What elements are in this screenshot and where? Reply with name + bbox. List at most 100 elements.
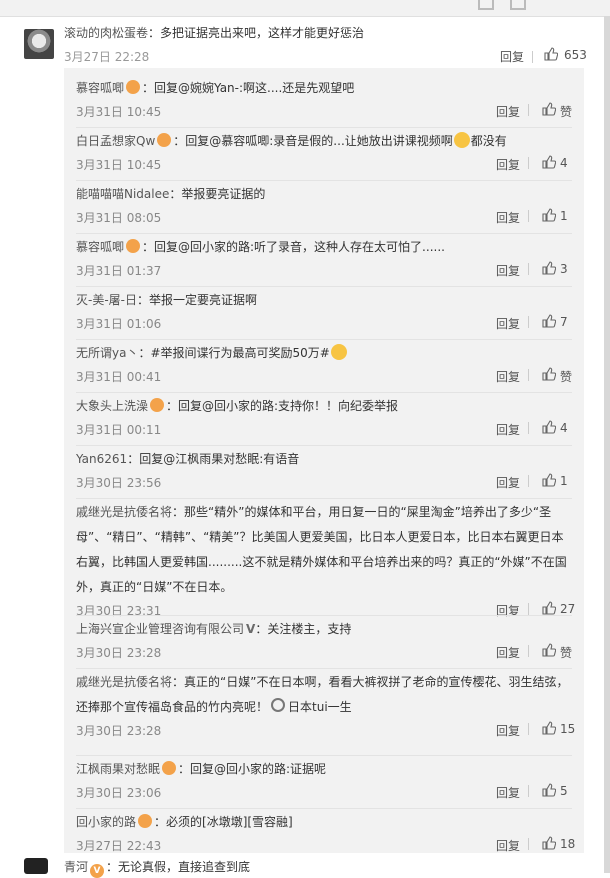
thumb-up-icon[interactable] — [542, 643, 557, 657]
reply-user[interactable]: 无所谓ya丶 — [76, 346, 138, 360]
reply-meta: 3月31日 01:06 回复 7 — [76, 313, 572, 333]
like-count: 653 — [564, 48, 587, 62]
reply-text: 上海兴宣企业管理咨询有限公司 V：关注楼主，支持 — [76, 617, 572, 642]
member-badge-icon — [162, 761, 177, 775]
thumb-up-icon[interactable] — [542, 601, 557, 615]
divider — [76, 339, 572, 340]
reply-text: 慕容呱唧 ：回复@婉婉Yan-:啊这....还是先观望吧 — [76, 76, 572, 101]
reply-time: 3月31日 00:11 — [76, 423, 162, 437]
thumb-up-icon[interactable] — [542, 783, 557, 797]
reply-user[interactable]: 戚继光是抗倭名将 — [76, 675, 172, 689]
reply-user[interactable]: 慕容呱唧 — [76, 81, 124, 95]
comment-user[interactable]: 滚动的肉松蛋卷 — [64, 26, 148, 40]
window-top-bar — [0, 0, 610, 17]
reply-item: Yan6261：回复@江枫雨果对愁眠:有语音 3月30日 23:56 回复 1 — [76, 447, 572, 492]
thumb-up-icon[interactable] — [544, 47, 558, 61]
thumb-up-icon[interactable] — [542, 367, 557, 381]
thumb-up-icon[interactable] — [542, 261, 557, 275]
reply-user[interactable]: Yan6261 — [76, 452, 127, 466]
reply-time: 3月30日 23:28 — [76, 646, 162, 660]
reply-meta: 3月30日 23:28 回复 赞 — [76, 642, 572, 662]
divider — [76, 755, 572, 756]
reply-body: ：关注楼主，支持 — [255, 622, 352, 636]
divider — [76, 445, 572, 446]
reply-item: 戚继光是抗倭名将：那些“精外”的媒体和平台，用日复一日的“屎里淘金”培养出了多少… — [76, 500, 576, 620]
reply-button[interactable]: 回复 — [496, 421, 520, 438]
divider — [528, 723, 529, 735]
link-text[interactable]: 日本tui一生 — [288, 700, 352, 714]
reply-user[interactable]: 大象头上洗澡 — [76, 399, 148, 413]
reply-button[interactable]: 回复 — [496, 644, 520, 661]
like-count: 27 — [560, 602, 576, 616]
thumb-up-icon[interactable] — [542, 208, 557, 222]
reply-time: 3月31日 10:45 — [76, 158, 162, 172]
reply-item: 上海兴宣企业管理咨询有限公司 V：关注楼主，支持 3月30日 23:28 回复 赞 — [76, 617, 572, 662]
reply-button[interactable]: 回复 — [496, 209, 520, 226]
like-count: 15 — [560, 722, 576, 736]
reply-text: Yan6261：回复@江枫雨果对愁眠:有语音 — [76, 447, 572, 472]
reply-user[interactable]: 戚继光是抗倭名将 — [76, 505, 172, 519]
reply-user[interactable]: 白日孟想家Qw — [76, 134, 155, 148]
divider — [76, 615, 572, 616]
scrollbar[interactable] — [604, 16, 610, 873]
divider — [76, 127, 572, 128]
grin-emoji-icon — [330, 344, 347, 360]
reply-user[interactable]: 江枫雨果对愁眠 — [76, 762, 160, 776]
reply-text: 大象头上洗澡 ：回复@回小家的路:支持你！！向纪委举报 — [76, 394, 572, 419]
reply-time: 3月31日 08:05 — [76, 211, 162, 225]
reply-body: ：回复@回小家的路:支持你！！向纪委举报 — [166, 399, 399, 413]
minimize-icon[interactable] — [478, 0, 494, 10]
laugh-cry-emoji-icon — [453, 132, 470, 148]
divider — [532, 51, 533, 63]
reply-user[interactable]: 能喵喵喵Nidalee — [76, 187, 169, 201]
reply-user[interactable]: 回小家的路 — [76, 815, 136, 829]
reply-button[interactable]: 回复 — [496, 262, 520, 279]
reply-user[interactable]: 灭-美-屠-日 — [76, 293, 137, 307]
reply-body-tail: 都没有 — [470, 134, 507, 148]
reply-item: 白日孟想家Qw ：回复@慕容呱唧:录音是假的...让她放出讲课视频啊 都没有 3月31… — [76, 129, 572, 174]
reply-text: 回小家的路 ：必须的[冰墩墩][雪容融] — [76, 810, 572, 835]
divider — [76, 392, 572, 393]
reply-button[interactable]: 回复 — [496, 722, 520, 739]
reply-button[interactable]: 回复 — [496, 784, 520, 801]
reply-body: ：回复@回小家的路:听了录音，这种人存在太可怕了...... — [142, 240, 445, 254]
thumb-up-icon[interactable] — [542, 155, 557, 169]
reply-item: 灭-美-屠-日：举报一定要亮证据啊 3月31日 01:06 回复 7 — [76, 288, 572, 333]
reply-button[interactable]: 回复 — [496, 103, 520, 120]
divider — [528, 838, 529, 850]
divider — [528, 645, 529, 657]
reply-button[interactable]: 回复 — [496, 315, 520, 332]
thumb-up-icon[interactable] — [542, 102, 557, 116]
reply-meta: 3月30日 23:06 回复 5 — [76, 782, 572, 802]
divider — [76, 233, 572, 234]
divider — [528, 263, 529, 275]
thumb-up-icon[interactable] — [542, 836, 557, 850]
reply-user[interactable]: 上海兴宣企业管理咨询有限公司 — [76, 622, 244, 636]
reply-button[interactable]: 回复 — [496, 156, 520, 173]
divider — [76, 498, 572, 499]
reply-time: 3月31日 01:06 — [76, 317, 162, 331]
divider — [528, 603, 529, 615]
reply-text: 无所谓ya丶：#举报间谍行为最高可奖励50万# — [76, 341, 572, 366]
reply-meta: 3月31日 10:45 回复 4 — [76, 154, 572, 174]
reply-user[interactable]: 慕容呱唧 — [76, 240, 124, 254]
reply-meta: 3月31日 01:37 回复 3 — [76, 260, 572, 280]
thumb-up-icon[interactable] — [542, 473, 557, 487]
maximize-icon[interactable] — [510, 0, 526, 10]
reply-button[interactable]: 回复 — [496, 837, 520, 854]
thumb-up-icon[interactable] — [542, 721, 557, 735]
reply-button[interactable]: 回复 — [496, 368, 520, 385]
reply-meta: 3月31日 00:41 回复 赞 — [76, 366, 572, 386]
like-count: 4 — [560, 421, 568, 435]
avatar[interactable] — [24, 858, 48, 874]
thumb-up-icon[interactable] — [542, 314, 557, 328]
reply-button[interactable]: 回复 — [496, 474, 520, 491]
reply-meta: 3月31日 00:11 回复 4 — [76, 419, 572, 439]
reply-body: ：必须的[冰墩墩][雪容融] — [154, 815, 293, 829]
next-comment-text: 青河 V ：无论真假，直接追查到底 — [64, 860, 251, 878]
reply-body: ：回复@婉婉Yan-:啊这....还是先观望吧 — [142, 81, 355, 95]
reply-button[interactable]: 回复 — [500, 48, 524, 65]
avatar[interactable] — [24, 29, 54, 59]
thumb-up-icon[interactable] — [542, 420, 557, 434]
like-count: 5 — [560, 784, 568, 798]
